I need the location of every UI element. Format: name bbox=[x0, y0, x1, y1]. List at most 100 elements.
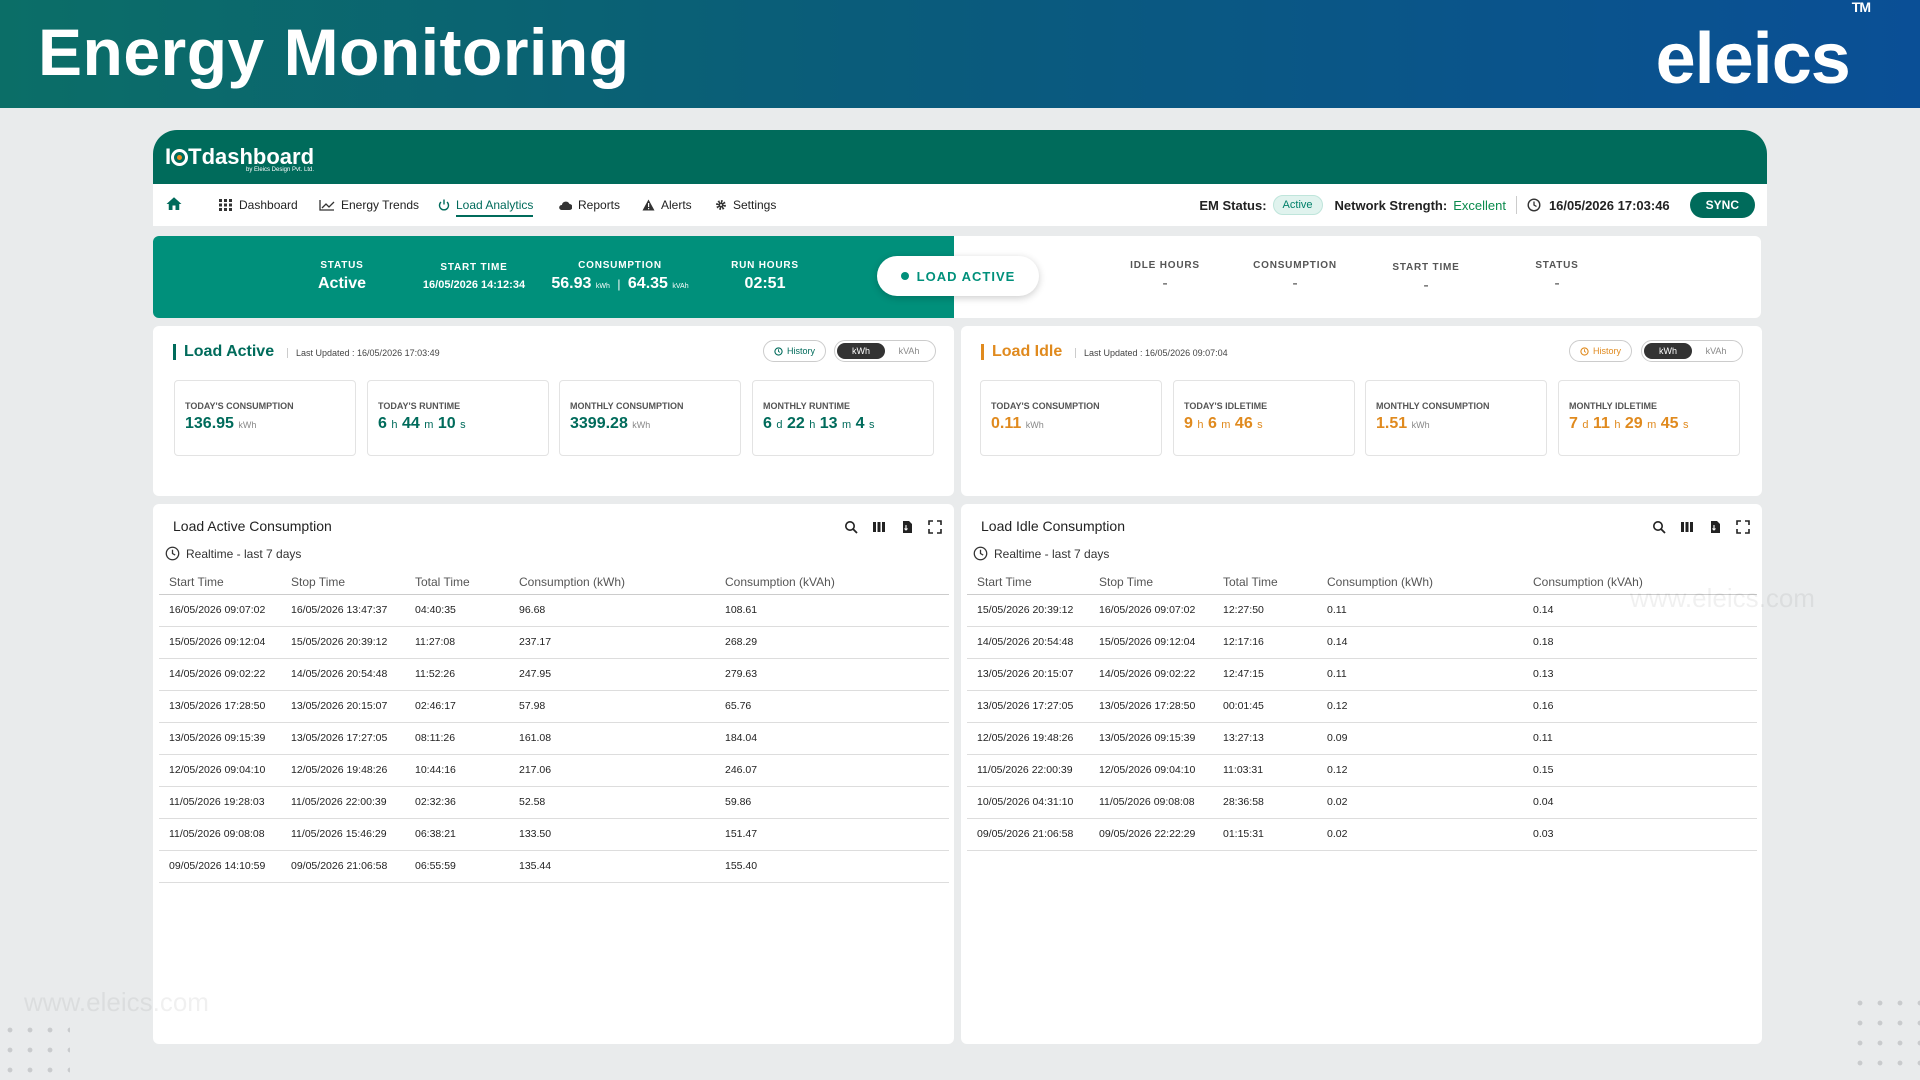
table-row[interactable]: 16/05/2026 09:07:02 16/05/2026 13:47:37 04… bbox=[159, 594, 949, 627]
table-row[interactable]: 11/05/2026 19:28:03 11/05/2026 22:00:39 02… bbox=[159, 786, 949, 819]
clock-icon bbox=[1527, 198, 1541, 212]
last-updated: Last Updated : 16/05/2026 09:07:04 bbox=[1075, 348, 1228, 358]
table-cell: 12:47:15 bbox=[1213, 658, 1317, 691]
table-cell: 16/05/2026 13:47:37 bbox=[281, 594, 405, 627]
table-row[interactable]: 11/05/2026 09:08:08 11/05/2026 15:46:29 06… bbox=[159, 818, 949, 851]
sync-button[interactable]: SYNC bbox=[1689, 192, 1755, 218]
table-row[interactable]: 13/05/2026 17:27:05 13/05/2026 17:28:50 00… bbox=[967, 690, 1757, 723]
fullscreen-icon[interactable] bbox=[1736, 520, 1750, 534]
table-row[interactable]: 13/05/2026 09:15:39 13/05/2026 17:27:05 08… bbox=[159, 722, 949, 755]
col-consumption-kvah[interactable]: Consumption (kVAh) bbox=[715, 570, 949, 595]
nav-dashboard[interactable]: Dashboard bbox=[219, 184, 298, 226]
table-row[interactable]: 12/05/2026 09:04:10 12/05/2026 19:48:26 10… bbox=[159, 754, 949, 787]
history-button[interactable]: History bbox=[1569, 340, 1633, 362]
table-row[interactable]: 15/05/2026 09:12:04 15/05/2026 20:39:12 11… bbox=[159, 626, 949, 659]
table-cell: 0.14 bbox=[1317, 626, 1523, 659]
table-row[interactable]: 14/05/2026 09:02:22 14/05/2026 20:54:48 11… bbox=[159, 658, 949, 691]
table-row[interactable]: 14/05/2026 20:54:48 15/05/2026 09:12:04 12… bbox=[967, 626, 1757, 659]
navbar: Dashboard Energy Trends Load Analytics R… bbox=[153, 184, 1767, 226]
table-cell: 09/05/2026 14:10:59 bbox=[159, 850, 281, 883]
col-consumption-kwh[interactable]: Consumption (kWh) bbox=[509, 570, 715, 595]
search-icon[interactable] bbox=[1652, 520, 1666, 534]
table-cell: 14/05/2026 09:02:22 bbox=[159, 658, 281, 691]
table-cell: 15/05/2026 09:12:04 bbox=[1089, 626, 1213, 659]
col-stop-time[interactable]: Stop Time bbox=[1089, 570, 1213, 595]
nav-energy-trends[interactable]: Energy Trends bbox=[319, 184, 419, 226]
fullscreen-icon[interactable] bbox=[928, 520, 942, 534]
col-start-time[interactable]: Start Time bbox=[967, 570, 1089, 595]
unit-kwh[interactable]: kWh bbox=[837, 343, 885, 359]
table-row[interactable]: 10/05/2026 04:31:10 11/05/2026 09:08:08 28… bbox=[967, 786, 1757, 819]
load-idle-summary: Load Idle Last Updated : 16/05/2026 09:0… bbox=[961, 326, 1762, 496]
col-total-time[interactable]: Total Time bbox=[405, 570, 509, 595]
network-value: Excellent bbox=[1453, 197, 1506, 213]
current-datetime: 16/05/2026 17:03:46 bbox=[1548, 197, 1670, 213]
clock-icon bbox=[774, 346, 783, 356]
table-cell: 184.04 bbox=[715, 722, 949, 755]
table-cell: 108.61 bbox=[715, 594, 949, 627]
stat-idle-hours: IDLE HOURS - bbox=[1130, 260, 1200, 292]
table-cell: 16/05/2026 09:07:02 bbox=[159, 594, 281, 627]
load-active-title: Load Active bbox=[173, 344, 274, 360]
table-cell: 12/05/2026 19:48:26 bbox=[281, 754, 405, 787]
export-file-icon[interactable] bbox=[900, 520, 914, 534]
table-cell: 0.13 bbox=[1523, 658, 1757, 691]
search-icon[interactable] bbox=[844, 520, 858, 534]
kpi-monthly-consumption: MONTHLY CONSUMPTION 1.51 kWh bbox=[1365, 380, 1547, 456]
nav-load-analytics[interactable]: Load Analytics bbox=[438, 184, 534, 226]
load-active-button[interactable]: LOAD ACTIVE bbox=[877, 256, 1039, 296]
home-icon[interactable] bbox=[165, 195, 183, 213]
nav-reports[interactable]: Reports bbox=[558, 184, 620, 226]
app-header: I Tdashboard by Eleics Design Pvt. Ltd. bbox=[153, 130, 1767, 184]
table-row[interactable]: 09/05/2026 21:06:58 09/05/2026 22:22:29 01… bbox=[967, 818, 1757, 851]
kpi-monthly-consumption: MONTHLY CONSUMPTION 3399.28 kWh bbox=[559, 380, 741, 456]
table-cell: 161.08 bbox=[509, 722, 715, 755]
panel-title: Load Active Consumption bbox=[173, 518, 332, 534]
app-logo[interactable]: I Tdashboard by Eleics Design Pvt. Ltd. bbox=[165, 144, 314, 173]
unit-toggle[interactable]: kWh kVAh bbox=[1641, 340, 1743, 362]
stat-idle-start-time: START TIME - bbox=[1392, 262, 1460, 294]
unit-kvah[interactable]: kVAh bbox=[885, 346, 933, 356]
kpi-monthly-runtime: MONTHLY RUNTIME 6 d 22 h 13 m 4 s bbox=[752, 380, 934, 456]
nav-settings[interactable]: Settings bbox=[715, 184, 776, 226]
table-cell: 13/05/2026 17:28:50 bbox=[1089, 690, 1213, 723]
col-total-time[interactable]: Total Time bbox=[1213, 570, 1317, 595]
columns-icon[interactable] bbox=[1680, 520, 1694, 534]
col-start-time[interactable]: Start Time bbox=[159, 570, 281, 595]
nav-alerts[interactable]: Alerts bbox=[642, 184, 692, 226]
table-cell: 237.17 bbox=[509, 626, 715, 659]
table-cell: 10/05/2026 04:31:10 bbox=[967, 786, 1089, 819]
unit-kvah[interactable]: kVAh bbox=[1692, 346, 1740, 356]
table-cell: 02:46:17 bbox=[405, 690, 509, 723]
nav-status-area: EM Status: Active Network Strength: Exce… bbox=[1199, 184, 1755, 226]
table-row[interactable]: 12/05/2026 19:48:26 13/05/2026 09:15:39 13… bbox=[967, 722, 1757, 755]
table-cell: 08:11:26 bbox=[405, 722, 509, 755]
unit-toggle[interactable]: kWh kVAh bbox=[834, 340, 936, 362]
banner-title: Energy Monitoring bbox=[38, 15, 630, 89]
export-file-icon[interactable] bbox=[1708, 520, 1722, 534]
stat-consumption: CONSUMPTION 56.93 kWh | 64.35 kVAh bbox=[551, 260, 689, 292]
table-cell: 155.40 bbox=[715, 850, 949, 883]
table-cell: 06:38:21 bbox=[405, 818, 509, 851]
clock-icon bbox=[1580, 346, 1589, 356]
col-consumption-kwh[interactable]: Consumption (kWh) bbox=[1317, 570, 1523, 595]
stat-run-hours: RUN HOURS 02:51 bbox=[731, 260, 799, 292]
table-cell: 52.58 bbox=[509, 786, 715, 819]
table-row[interactable]: 13/05/2026 20:15:07 14/05/2026 09:02:22 12… bbox=[967, 658, 1757, 691]
table-cell: 13/05/2026 17:27:05 bbox=[967, 690, 1089, 723]
table-row[interactable]: 09/05/2026 14:10:59 09/05/2026 21:06:58 06… bbox=[159, 850, 949, 883]
table-cell: 59.86 bbox=[715, 786, 949, 819]
table-cell: 246.07 bbox=[715, 754, 949, 787]
columns-icon[interactable] bbox=[872, 520, 886, 534]
table-cell: 13/05/2026 20:15:07 bbox=[281, 690, 405, 723]
decorative-dots bbox=[1850, 993, 1920, 1080]
col-stop-time[interactable]: Stop Time bbox=[281, 570, 405, 595]
table-row[interactable]: 11/05/2026 22:00:39 12/05/2026 09:04:10 11… bbox=[967, 754, 1757, 787]
table-cell: 15/05/2026 20:39:12 bbox=[967, 594, 1089, 627]
table-cell: 0.15 bbox=[1523, 754, 1757, 787]
unit-kwh[interactable]: kWh bbox=[1644, 343, 1692, 359]
last-updated: Last Updated : 16/05/2026 17:03:49 bbox=[287, 348, 440, 358]
history-button[interactable]: History bbox=[763, 340, 827, 362]
table-cell: 12:17:16 bbox=[1213, 626, 1317, 659]
table-row[interactable]: 13/05/2026 17:28:50 13/05/2026 20:15:07 02… bbox=[159, 690, 949, 723]
